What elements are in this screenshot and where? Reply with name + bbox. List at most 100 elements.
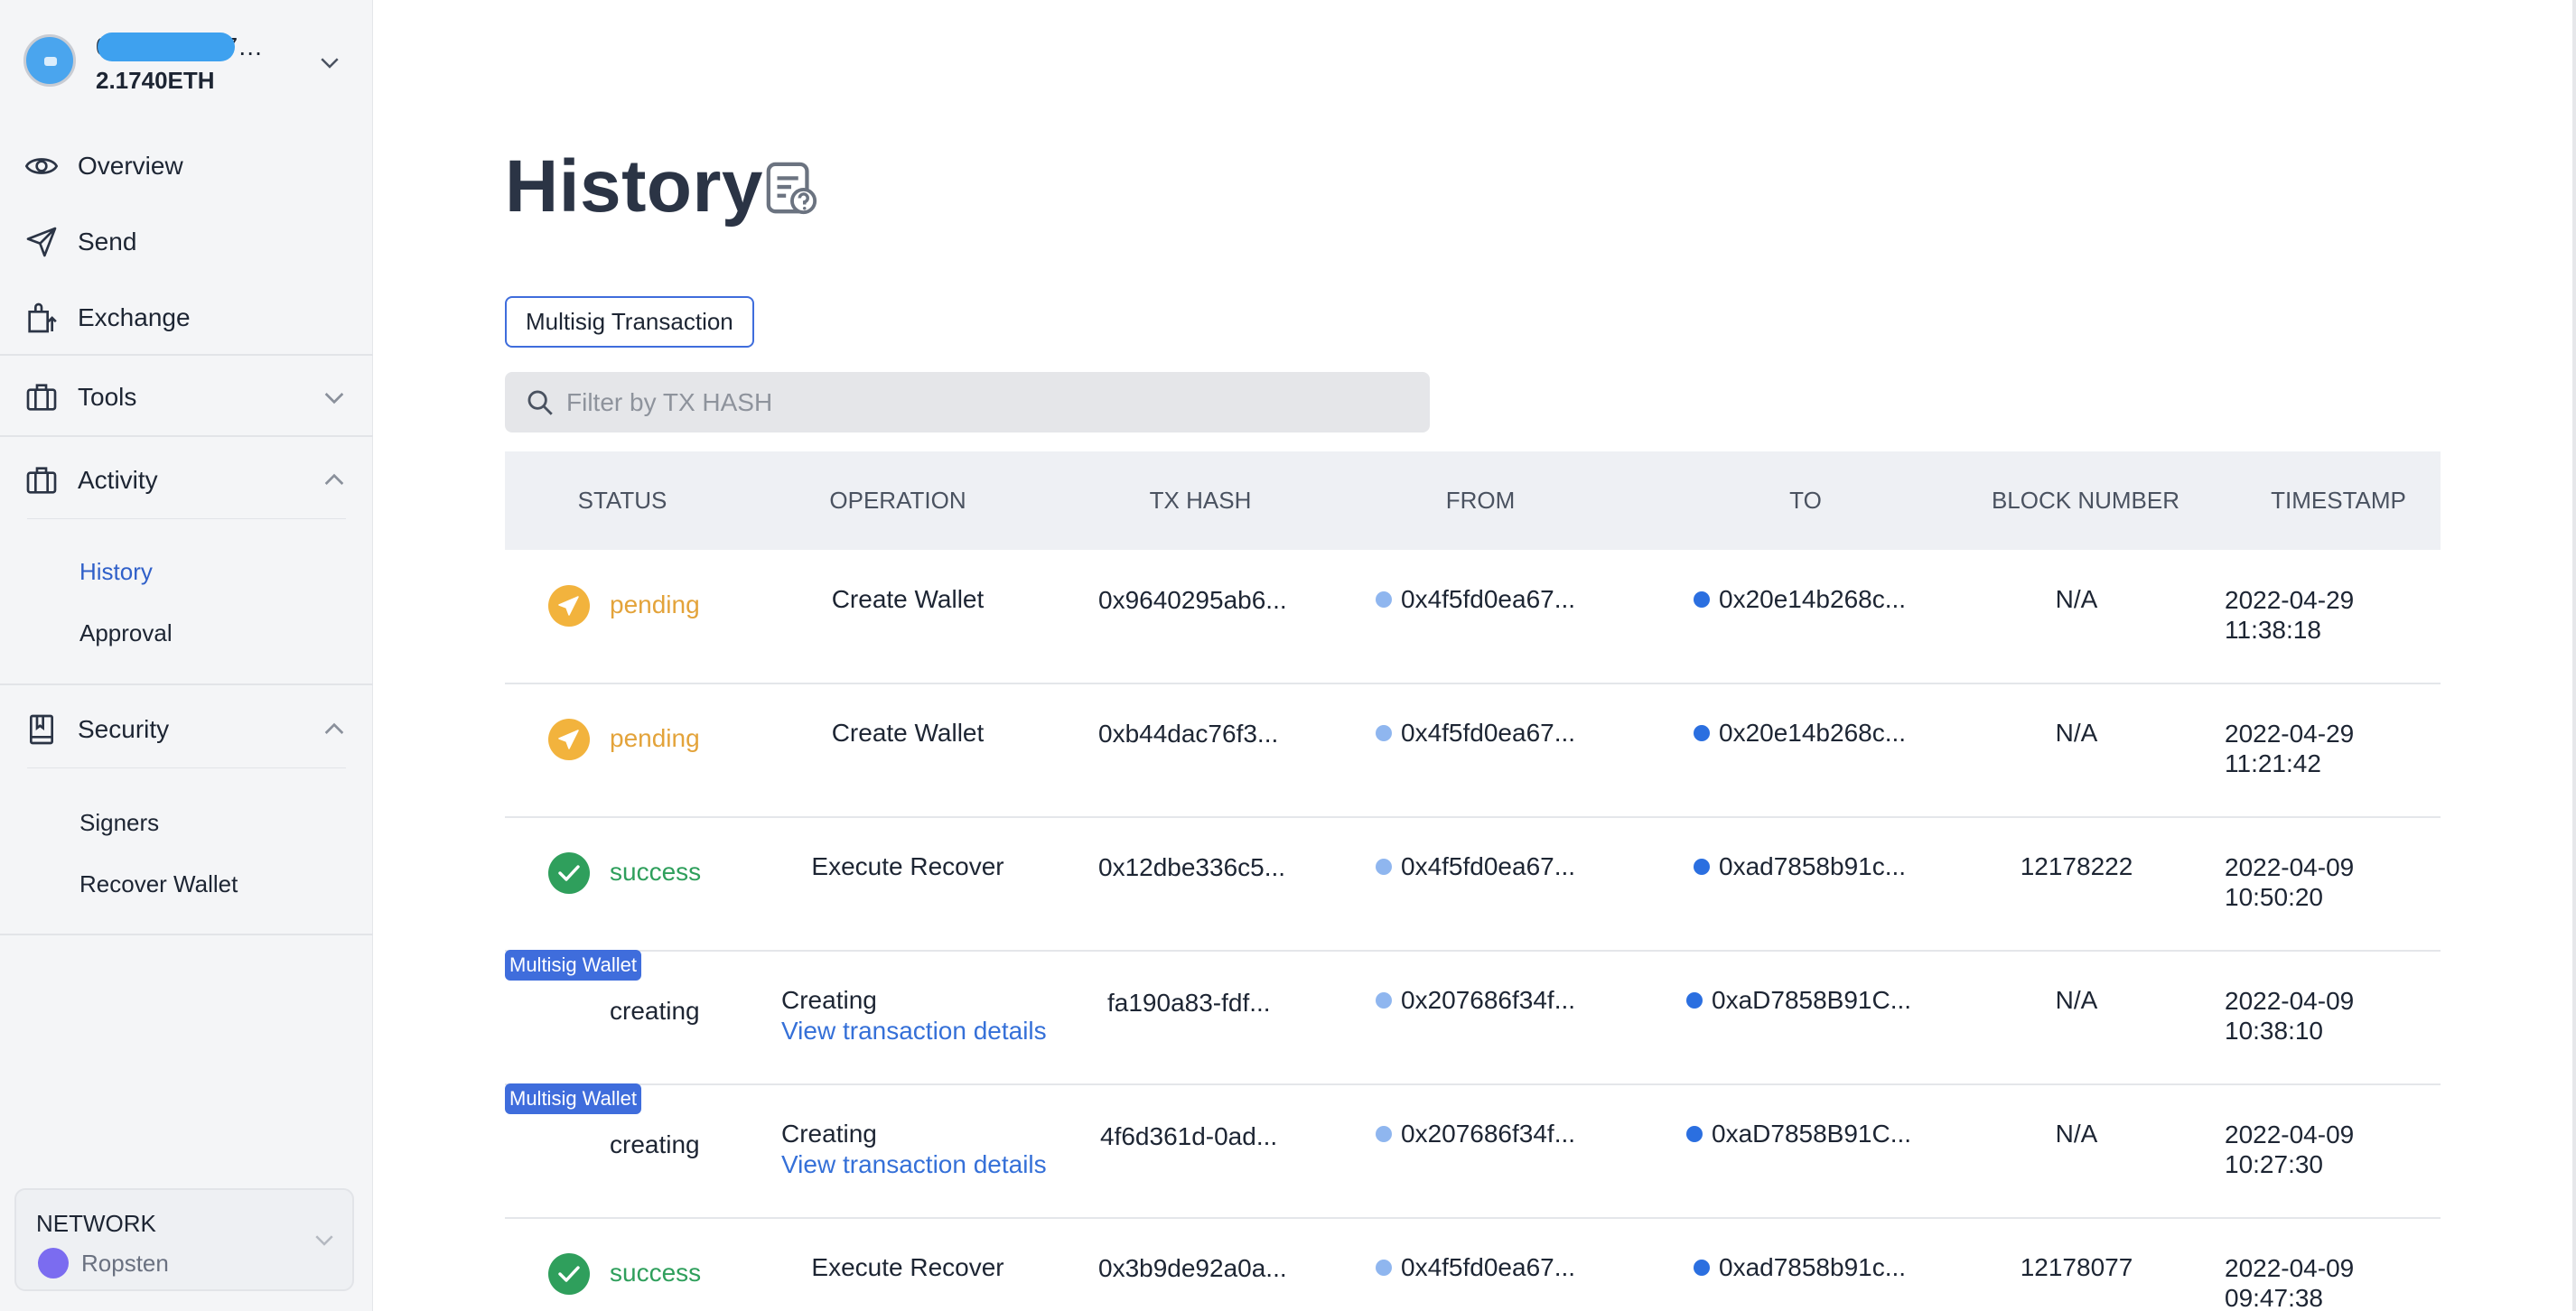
operation-label: Create Wallet	[831, 585, 985, 613]
column-header-operation: OPERATION	[829, 487, 966, 514]
tx-hash[interactable]: fa190a83-fdf...	[1107, 988, 1324, 1018]
sidebar-item-activity[interactable]: Activity	[23, 459, 349, 502]
multisig-wallet-badge: Multisig Wallet	[505, 1083, 641, 1114]
table-row[interactable]: success Execute Recover 0x3b9de92a0a... …	[505, 1219, 2441, 1311]
block-number: N/A	[2055, 585, 2098, 613]
operation-label: Execute Recover	[811, 852, 1004, 880]
to-address[interactable]: 0x20e14b268c...	[1694, 585, 1906, 614]
divider	[0, 934, 373, 935]
table-row[interactable]: Multisig Wallet creating Creating View t…	[505, 950, 2441, 1085]
address-dot-icon	[1694, 725, 1710, 741]
sidebar-item-send[interactable]: Send	[23, 220, 349, 264]
chevron-up-icon	[324, 722, 344, 734]
block-number: N/A	[2055, 1120, 2098, 1148]
briefcase-icon	[23, 462, 60, 498]
timestamp: 2022-04-29 11:38:18	[2225, 586, 2355, 644]
account-switcher[interactable]: 0x…………7… 2.1740ETH	[23, 31, 349, 94]
address-dot-icon	[1694, 1260, 1710, 1276]
to-address-text: 0xaD7858B91C...	[1712, 986, 1912, 1014]
to-address[interactable]: 0xaD7858B91C...	[1686, 986, 1911, 1015]
table-row[interactable]: Multisig Wallet creating Creating View t…	[505, 1083, 2441, 1219]
to-address-text: 0xad7858b91c...	[1719, 1253, 1907, 1281]
toolbox-icon	[23, 379, 60, 415]
to-address[interactable]: 0xad7858b91c...	[1694, 1253, 1906, 1282]
view-transaction-details-link[interactable]: View transaction details	[781, 1150, 1047, 1179]
table-row[interactable]: pending Create Wallet 0x9640295ab6... 0x…	[505, 551, 2441, 684]
table-row[interactable]: success Execute Recover 0x12dbe336c5... …	[505, 818, 2441, 952]
from-address[interactable]: 0x207686f34f...	[1376, 1120, 1575, 1148]
to-address[interactable]: 0xad7858b91c...	[1694, 852, 1906, 881]
status-label: creating	[610, 997, 700, 1025]
column-header-block-number: BLOCK NUMBER	[1991, 487, 2180, 514]
sidebar-item-label: Tools	[78, 383, 137, 411]
sidebar-item-label: Security	[78, 715, 170, 743]
to-address[interactable]: 0x20e14b268c...	[1694, 719, 1906, 748]
from-address[interactable]: 0x4f5fd0ea67...	[1376, 585, 1575, 614]
eye-icon	[23, 148, 60, 184]
view-transaction-details-link[interactable]: View transaction details	[781, 1017, 1047, 1046]
network-title: NETWORK	[36, 1210, 156, 1237]
address-dot-icon	[1376, 992, 1392, 1009]
tx-hash[interactable]: 0x3b9de92a0a...	[1098, 1253, 1315, 1283]
timestamp: 2022-04-09 10:50:20	[2225, 853, 2355, 911]
scrollbar[interactable]	[2572, 0, 2576, 1311]
sidebar-item-overview[interactable]: Overview	[23, 144, 349, 188]
status-label: pending	[610, 590, 700, 618]
search-input[interactable]	[566, 387, 1379, 417]
sidebar-item-exchange[interactable]: Exchange	[23, 296, 349, 339]
operation-label: Creating	[781, 986, 877, 1014]
from-address-text: 0x4f5fd0ea67...	[1401, 1253, 1576, 1281]
from-address[interactable]: 0x207686f34f...	[1376, 986, 1575, 1015]
chevron-down-icon	[315, 1235, 333, 1246]
status-label: success	[610, 1259, 702, 1287]
block-number: 12178222	[2020, 852, 2133, 880]
from-address-text: 0x207686f34f...	[1401, 1120, 1576, 1148]
sidebar-item-tools[interactable]: Tools	[23, 376, 349, 419]
column-header-tx-hash: TX HASH	[1149, 487, 1252, 514]
operation-label: Execute Recover	[811, 1253, 1004, 1281]
network-selector[interactable]: NETWORK Ropsten	[14, 1188, 354, 1291]
from-address[interactable]: 0x4f5fd0ea67...	[1376, 1253, 1575, 1282]
address-redaction	[98, 33, 235, 61]
multisig-transaction-filter[interactable]: Multisig Transaction	[505, 296, 754, 348]
status-label: creating	[610, 1130, 700, 1158]
address-dot-icon	[1376, 725, 1392, 741]
from-address[interactable]: 0x4f5fd0ea67...	[1376, 852, 1575, 881]
network-name: Ropsten	[81, 1250, 169, 1277]
chevron-down-icon	[324, 393, 344, 404]
sidebar-subitem-history[interactable]: History	[79, 558, 153, 586]
sidebar: 0x…………7… 2.1740ETH Overview Send Exchang…	[0, 0, 373, 1311]
from-address-text: 0x4f5fd0ea67...	[1401, 719, 1576, 747]
status-label: pending	[610, 724, 700, 752]
document-question-icon[interactable]	[764, 161, 818, 217]
from-address[interactable]: 0x4f5fd0ea67...	[1376, 719, 1575, 748]
sidebar-item-security[interactable]: Security	[23, 708, 349, 751]
sidebar-item-label: Overview	[78, 152, 183, 180]
tx-hash[interactable]: 0xb44dac76f3...	[1098, 719, 1315, 748]
table-header: STATUS OPERATION TX HASH FROM TO BLOCK N…	[505, 451, 2441, 550]
sidebar-subitem-signers[interactable]: Signers	[79, 809, 159, 837]
tx-hash[interactable]: 0x9640295ab6...	[1098, 585, 1315, 615]
checkmark-icon	[548, 1253, 590, 1295]
from-address-text: 0x207686f34f...	[1401, 986, 1576, 1014]
operation-label: Create Wallet	[831, 719, 985, 747]
to-address-text: 0x20e14b268c...	[1719, 585, 1907, 613]
sidebar-item-label: Send	[78, 228, 137, 256]
address-dot-icon	[1376, 1260, 1392, 1276]
sidebar-item-label: Activity	[78, 466, 158, 494]
page-title: History	[505, 145, 764, 228]
address-dot-icon	[1694, 591, 1710, 608]
account-balance: 2.1740ETH	[96, 67, 215, 94]
address-dot-icon	[1694, 859, 1710, 875]
search-bar[interactable]	[505, 372, 1430, 432]
status-label: success	[610, 858, 702, 886]
tx-hash[interactable]: 4f6d361d-0ad...	[1100, 1121, 1317, 1151]
tx-hash[interactable]: 0x12dbe336c5...	[1098, 852, 1315, 882]
to-address[interactable]: 0xaD7858B91C...	[1686, 1120, 1911, 1148]
chevron-down-icon[interactable]	[316, 49, 343, 76]
table-row[interactable]: pending Create Wallet 0xb44dac76f3... 0x…	[505, 684, 2441, 818]
sidebar-subitem-approval[interactable]: Approval	[79, 619, 173, 647]
column-header-to: TO	[1789, 487, 1822, 514]
sidebar-subitem-recover-wallet[interactable]: Recover Wallet	[79, 870, 238, 898]
column-header-timestamp: TIMESTAMP	[2271, 487, 2406, 514]
